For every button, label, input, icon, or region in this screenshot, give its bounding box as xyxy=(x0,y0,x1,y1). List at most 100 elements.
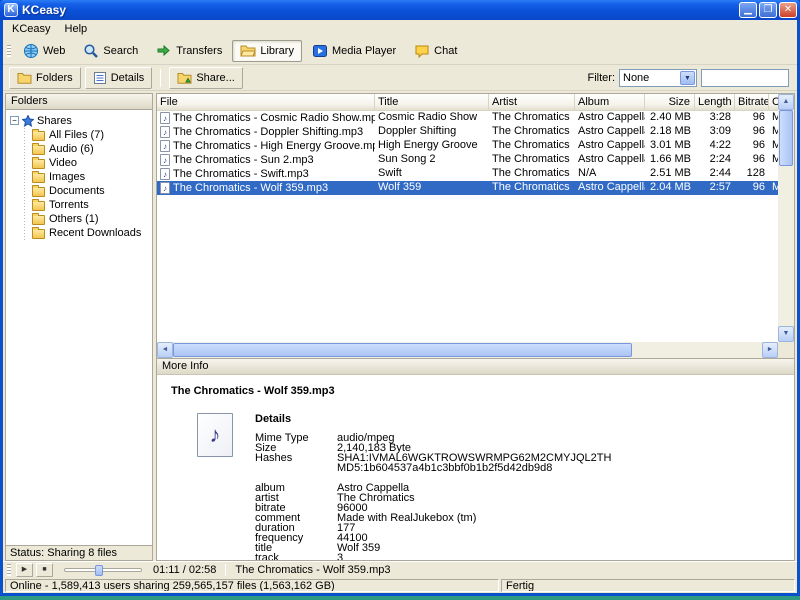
horizontal-scroll-track[interactable] xyxy=(173,342,762,358)
file-row[interactable]: ♪The Chromatics - Wolf 359.mp3Wolf 359Th… xyxy=(157,181,778,195)
folder-item-label: Recent Downloads xyxy=(49,227,141,239)
detail-row: Mime Typeaudio/mpeg xyxy=(255,433,611,443)
detail-value: Made with RealJukebox (tm) xyxy=(337,513,476,523)
column-header-artist[interactable]: Artist xyxy=(489,94,575,110)
chat-button[interactable]: Chat xyxy=(406,40,465,62)
scroll-up-icon[interactable]: ▲ xyxy=(778,94,794,110)
menu-kceasy[interactable]: KCeasy xyxy=(5,22,58,36)
file-list: FileTitleArtistAlbumSizeLengthBitrateCom… xyxy=(157,94,794,358)
column-header-size[interactable]: Size xyxy=(645,94,695,110)
detail-value: Wolf 359 xyxy=(337,543,380,553)
toolbar-separator xyxy=(160,69,161,87)
detail-row: track3 xyxy=(255,553,611,560)
folder-item[interactable]: Images xyxy=(32,170,152,184)
folder-root[interactable]: − Shares xyxy=(10,113,152,128)
column-header-file[interactable]: File xyxy=(157,94,375,110)
filter-input[interactable] xyxy=(701,69,789,87)
file-list-body: ♪The Chromatics - Cosmic Radio Show.mp3C… xyxy=(157,111,778,342)
file-cell: Astro Cappella xyxy=(575,181,645,195)
file-row[interactable]: ♪The Chromatics - Sun 2.mp3Sun Song 2The… xyxy=(157,153,778,167)
player-bar: ▶ ■ 01:11 / 02:58 The Chromatics - Wolf … xyxy=(3,561,797,578)
web-button[interactable]: Web xyxy=(15,40,73,62)
file-cell: 3:28 xyxy=(695,111,735,125)
folder-item[interactable]: Torrents xyxy=(32,198,152,212)
folder-icon xyxy=(32,215,45,225)
file-name-cell: ♪The Chromatics - Doppler Shifting.mp3 xyxy=(157,125,375,139)
column-header-com[interactable]: Com xyxy=(769,94,778,110)
file-cell: Sun Song 2 xyxy=(375,153,489,167)
folder-item[interactable]: Documents xyxy=(32,184,152,198)
status-bar: Online - 1,589,413 users sharing 259,565… xyxy=(3,578,797,593)
magnifier-icon xyxy=(83,43,99,59)
folder-icon xyxy=(32,131,45,141)
menu-help[interactable]: Help xyxy=(58,22,95,36)
folder-item-label: All Files (7) xyxy=(49,129,104,141)
share-button[interactable]: Share... xyxy=(169,67,243,89)
file-row[interactable]: ♪The Chromatics - Swift.mp3SwiftThe Chro… xyxy=(157,167,778,181)
details-section: Details Mime Typeaudio/mpegSize2,140,183… xyxy=(255,413,611,560)
folder-item-label: Documents xyxy=(49,185,105,197)
file-cell: Astro Cappella xyxy=(575,125,645,139)
file-cell: Mad xyxy=(769,181,778,195)
minimize-button[interactable]: ▁ xyxy=(739,2,757,18)
file-cell: 96 xyxy=(735,153,769,167)
file-row[interactable]: ♪The Chromatics - Doppler Shifting.mp3Do… xyxy=(157,125,778,139)
column-header-title[interactable]: Title xyxy=(375,94,489,110)
file-name-cell: ♪The Chromatics - Cosmic Radio Show.mp3 xyxy=(157,111,375,125)
file-cell: 3.01 MB xyxy=(645,139,695,153)
titlebar[interactable]: K KCeasy ▁ ❐ ✕ xyxy=(0,0,800,20)
folder-item[interactable]: Audio (6) xyxy=(32,142,152,156)
details-heading: Details xyxy=(255,413,611,425)
vertical-scroll-track[interactable] xyxy=(778,110,794,326)
horizontal-scroll-thumb[interactable] xyxy=(173,343,632,357)
file-cell: The Chromatics xyxy=(489,181,575,195)
folder-item[interactable]: Video xyxy=(32,156,152,170)
kceasy-window: K KCeasy ▁ ❐ ✕ KCeasy Help Web Search Tr… xyxy=(0,0,800,596)
library-folder-icon xyxy=(240,43,256,59)
sharing-status: Status: Sharing 8 files xyxy=(6,545,152,560)
column-header-length[interactable]: Length xyxy=(695,94,735,110)
tree-expander-icon[interactable]: − xyxy=(10,116,19,125)
play-button[interactable]: ▶ xyxy=(16,563,33,577)
file-row[interactable]: ♪The Chromatics - Cosmic Radio Show.mp3C… xyxy=(157,111,778,125)
file-cell: 128 xyxy=(735,167,769,181)
audio-file-icon: ♪ xyxy=(197,413,233,457)
desktop: K KCeasy ▁ ❐ ✕ KCeasy Help Web Search Tr… xyxy=(0,0,800,600)
close-button[interactable]: ✕ xyxy=(779,2,797,18)
more-info-panel: More Info The Chromatics - Wolf 359.mp3 … xyxy=(157,358,794,560)
file-list-viewport: FileTitleArtistAlbumSizeLengthBitrateCom… xyxy=(157,94,778,342)
file-cell: Mad xyxy=(769,153,778,167)
seek-slider[interactable] xyxy=(64,568,142,572)
seek-thumb[interactable] xyxy=(95,565,103,576)
detail-value: 3 xyxy=(337,553,343,560)
folder-item[interactable]: Recent Downloads xyxy=(32,226,152,240)
folder-item[interactable]: Others (1) xyxy=(32,212,152,226)
folder-item[interactable]: All Files (7) xyxy=(32,128,152,142)
folders-toggle-button[interactable]: Folders xyxy=(9,67,81,89)
folder-icon xyxy=(32,201,45,211)
detail-row: titleWolf 359 xyxy=(255,543,611,553)
column-header-bitrate[interactable]: Bitrate xyxy=(735,94,769,110)
search-button[interactable]: Search xyxy=(75,40,146,62)
file-cell: The Chromatics xyxy=(489,125,575,139)
file-cell: 2:57 xyxy=(695,181,735,195)
details-toggle-button[interactable]: Details xyxy=(85,67,153,89)
vertical-scroll-thumb[interactable] xyxy=(779,110,793,166)
column-header-album[interactable]: Album xyxy=(575,94,645,110)
file-row[interactable]: ♪The Chromatics - High Energy Groove.mp3… xyxy=(157,139,778,153)
file-cell: Astro Cappella xyxy=(575,139,645,153)
library-button[interactable]: Library xyxy=(232,40,302,62)
filter-combobox[interactable]: None ▼ xyxy=(619,69,697,87)
vertical-scrollbar[interactable]: ▲ ▼ xyxy=(778,94,794,342)
folder-item-label: Others (1) xyxy=(49,213,99,225)
scroll-left-icon[interactable]: ◄ xyxy=(157,342,173,358)
scroll-down-icon[interactable]: ▼ xyxy=(778,326,794,342)
scroll-right-icon[interactable]: ► xyxy=(762,342,778,358)
horizontal-scrollbar[interactable]: ◄ ► xyxy=(157,342,778,358)
stop-button[interactable]: ■ xyxy=(36,563,53,577)
transfers-button[interactable]: Transfers xyxy=(148,40,230,62)
chevron-down-icon[interactable]: ▼ xyxy=(680,71,695,85)
media-player-button[interactable]: Media Player xyxy=(304,40,404,62)
maximize-button[interactable]: ❐ xyxy=(759,2,777,18)
network-status: Online - 1,589,413 users sharing 259,565… xyxy=(5,579,499,592)
